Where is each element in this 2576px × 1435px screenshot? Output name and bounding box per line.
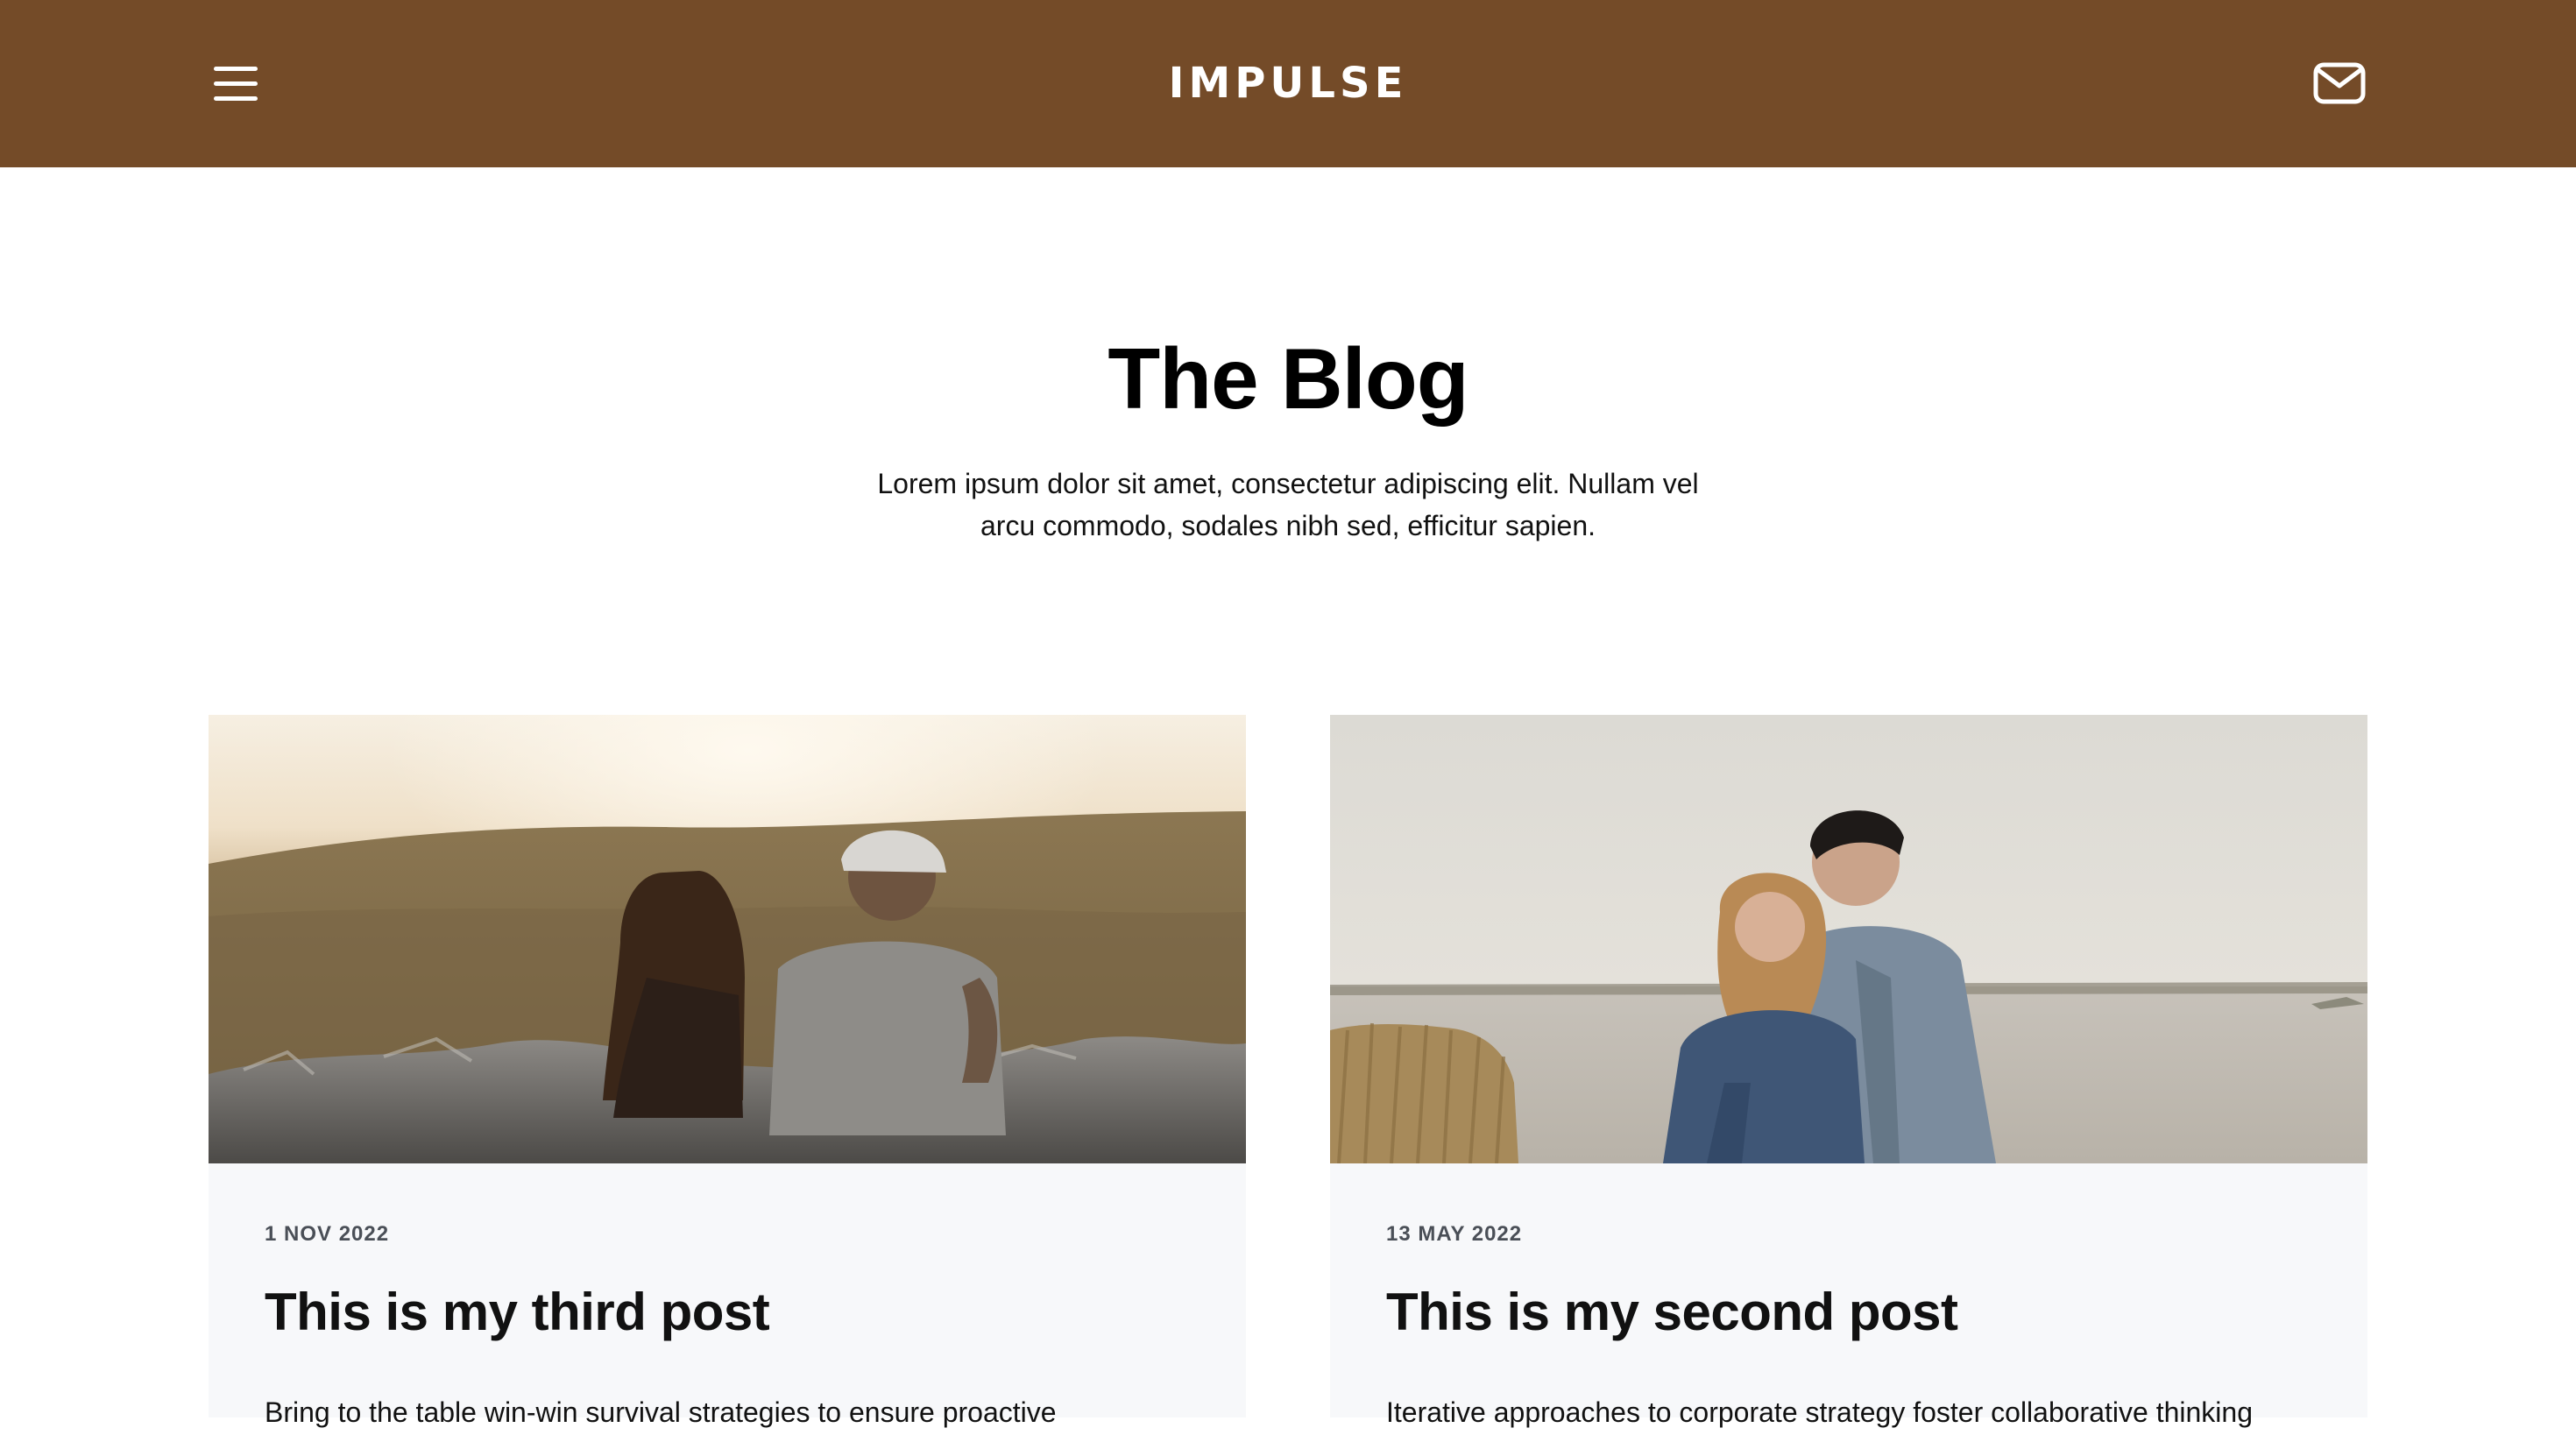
- post-title[interactable]: This is my third post: [265, 1277, 1193, 1347]
- post-excerpt: Iterative approaches to corporate strate…: [1386, 1396, 2253, 1428]
- site-brand[interactable]: IMPULSE: [0, 53, 2576, 114]
- post-excerpt: Bring to the table win-win survival stra…: [265, 1396, 1057, 1428]
- post-date: 1 NOV 2022: [265, 1222, 390, 1246]
- post-title[interactable]: This is my second post: [1386, 1277, 2315, 1347]
- blog-post-card[interactable]: 1 NOV 2022 This is my third post Bring t…: [209, 715, 1246, 1428]
- site-header: IMPULSE: [0, 0, 2576, 167]
- blog-post-card[interactable]: 13 MAY 2022 This is my second post Itera…: [1330, 715, 2367, 1428]
- post-cover-image[interactable]: [1330, 715, 2367, 1163]
- mail-icon[interactable]: [2308, 58, 2373, 110]
- post-cover-image[interactable]: [209, 715, 1246, 1163]
- page-subtitle: Lorem ipsum dolor sit amet, consectetur …: [877, 468, 1699, 541]
- post-date: 13 MAY 2022: [1386, 1222, 1523, 1246]
- page-title: The Blog: [1108, 330, 1468, 427]
